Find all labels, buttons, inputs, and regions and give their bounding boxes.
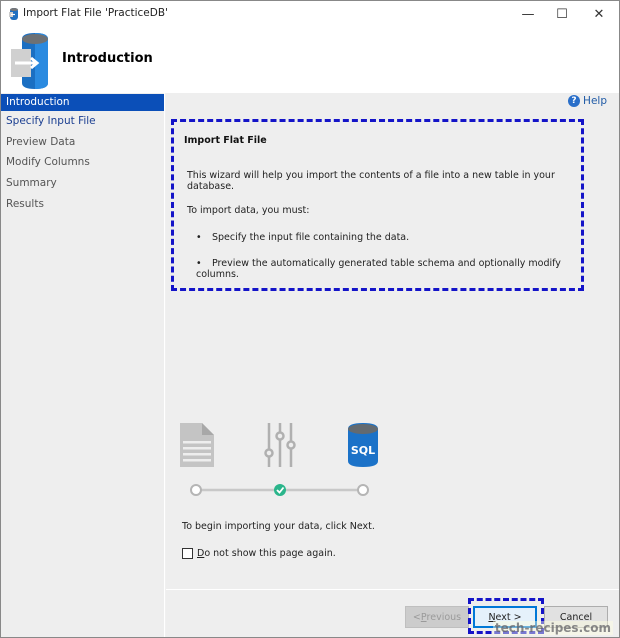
sql-database-icon: SQL: [348, 423, 378, 467]
settings-sliders-icon: [264, 423, 296, 467]
page-title: Introduction: [62, 51, 153, 66]
title-bar: Import Flat File 'PracticeDB' — ☐ ✕: [1, 1, 619, 27]
watermark: tech-recipes.com: [492, 621, 613, 635]
minimize-icon: —: [521, 6, 535, 22]
help-link[interactable]: ? Help: [568, 95, 607, 107]
requirement-item: Preview the automatically generated tabl…: [196, 258, 581, 280]
content-panel: ? Help Import Flat File This wizard will…: [166, 93, 619, 589]
step-node-database: [357, 484, 369, 496]
wizard-header: Introduction: [1, 27, 619, 93]
help-icon: ?: [568, 95, 581, 107]
app-icon: [9, 8, 18, 20]
file-icon: [180, 423, 214, 467]
intro-highlight-box: Import Flat File This wizard will help y…: [171, 119, 584, 291]
import-process-illustration: SQL: [180, 423, 378, 496]
sidebar-item-preview-data: Preview Data: [6, 135, 76, 148]
checkbox-box[interactable]: [182, 548, 193, 559]
wizard-steps-sidebar: Introduction Specify Input File Preview …: [1, 93, 165, 637]
requirement-item: Specify the input file containing the da…: [196, 232, 409, 243]
sidebar-item-introduction[interactable]: Introduction: [1, 94, 164, 111]
maximize-icon: ☐: [556, 6, 568, 22]
close-button[interactable]: ✕: [579, 1, 619, 27]
import-database-icon: [11, 33, 48, 89]
previous-button[interactable]: < Previous: [405, 606, 469, 628]
sidebar-item-specify-input-file[interactable]: Specify Input File: [1, 111, 164, 132]
import-flat-file-window: Import Flat File 'PracticeDB' — ☐ ✕ Intr…: [0, 0, 620, 638]
intro-description: This wizard will help you import the con…: [187, 170, 555, 192]
wizard-footer: < Previous Next > Cancel tech-recipes.co…: [166, 589, 619, 637]
intro-requirements-label: To import data, you must:: [187, 205, 310, 216]
intro-heading: Import Flat File: [184, 135, 267, 146]
maximize-button[interactable]: ☐: [542, 1, 582, 27]
sidebar-item-summary: Summary: [6, 177, 57, 190]
begin-instruction: To begin importing your data, click Next…: [182, 521, 375, 532]
do-not-show-again-checkbox[interactable]: Do not show this page again.: [182, 548, 336, 559]
sql-label: SQL: [351, 444, 375, 457]
sidebar-item-results: Results: [6, 197, 44, 210]
checkbox-label: Do not show this page again.: [197, 548, 336, 559]
help-label: Help: [583, 95, 607, 107]
close-icon: ✕: [593, 6, 605, 22]
step-node-settings: [274, 484, 286, 496]
window-title: Import Flat File 'PracticeDB': [23, 7, 168, 19]
sidebar-item-modify-columns: Modify Columns: [6, 156, 90, 169]
step-node-file: [190, 484, 202, 496]
